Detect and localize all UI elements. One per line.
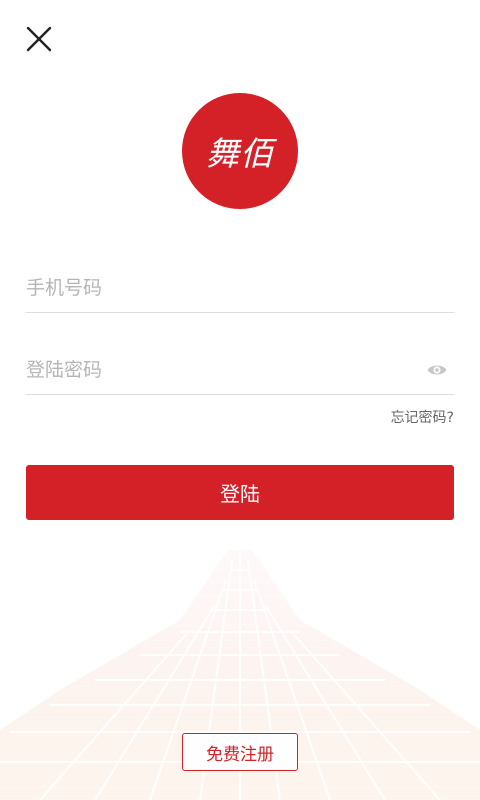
eye-icon[interactable]	[426, 359, 448, 381]
close-button[interactable]	[18, 18, 60, 60]
login-screen: 舞佰 忘记密码? 登陆	[0, 0, 480, 800]
close-icon	[26, 26, 52, 52]
logo-text: 舞佰	[206, 134, 274, 173]
login-button[interactable]: 登陆	[26, 465, 454, 520]
forgot-password-link[interactable]: 忘记密码?	[391, 407, 454, 427]
password-field	[26, 346, 454, 395]
password-input[interactable]	[26, 346, 416, 394]
phone-input[interactable]	[26, 264, 454, 312]
phone-field	[26, 264, 454, 313]
app-logo: 舞佰	[182, 93, 298, 209]
register-button[interactable]: 免费注册	[182, 733, 298, 771]
